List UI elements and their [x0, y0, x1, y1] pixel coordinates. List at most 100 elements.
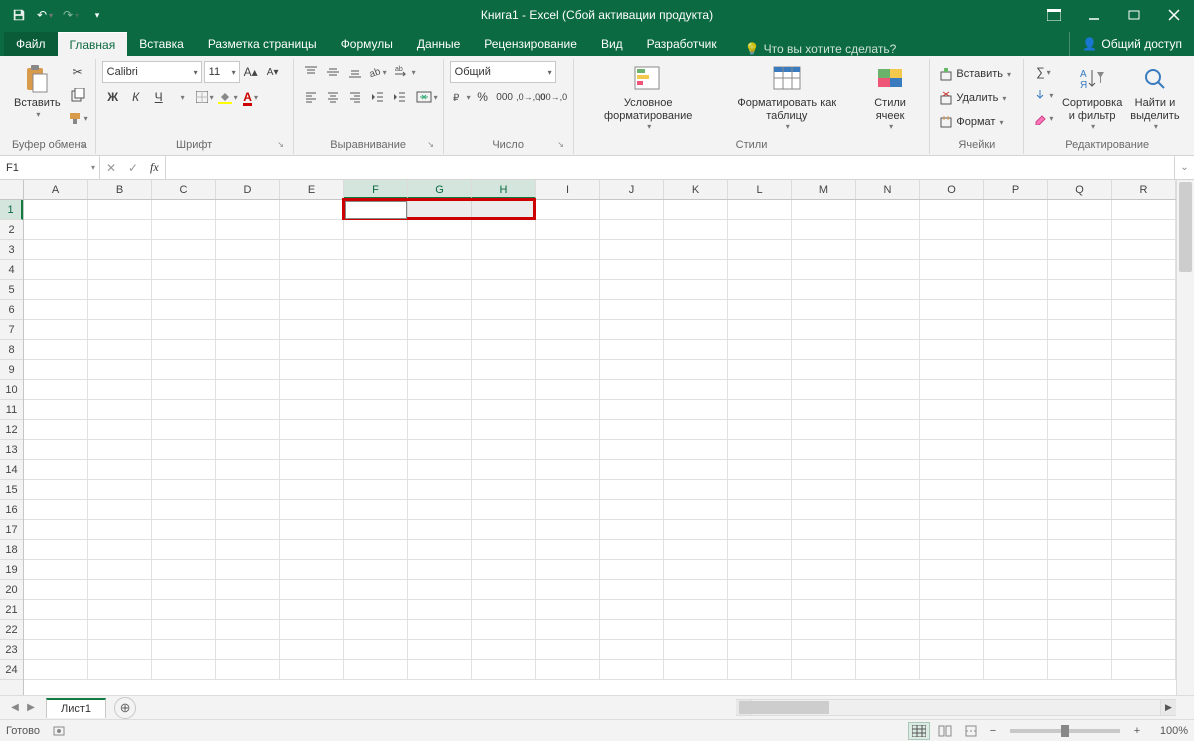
column-header[interactable]: E — [280, 180, 344, 199]
number-format-combo[interactable]: Общий — [450, 61, 556, 83]
cell[interactable] — [88, 560, 152, 580]
cell[interactable] — [728, 240, 792, 260]
cell[interactable] — [344, 600, 408, 620]
cell[interactable] — [1048, 660, 1112, 680]
cell[interactable] — [408, 400, 472, 420]
cell[interactable] — [728, 380, 792, 400]
worksheet-grid[interactable]: ABCDEFGHIJKLMNOPQR 123456789101112131415… — [0, 180, 1194, 695]
cell[interactable] — [792, 340, 856, 360]
cell[interactable] — [24, 260, 88, 280]
cell[interactable] — [280, 480, 344, 500]
cell[interactable] — [600, 260, 664, 280]
cell[interactable] — [344, 420, 408, 440]
row-header[interactable]: 2 — [0, 220, 23, 240]
cell[interactable] — [600, 420, 664, 440]
cell[interactable] — [920, 440, 984, 460]
cell[interactable] — [1048, 620, 1112, 640]
tab-file[interactable]: Файл — [4, 32, 58, 56]
cell[interactable] — [536, 440, 600, 460]
cell[interactable] — [472, 260, 536, 280]
cell[interactable] — [472, 400, 536, 420]
zoom-slider[interactable] — [1010, 729, 1120, 733]
cell[interactable] — [600, 240, 664, 260]
cell[interactable] — [536, 640, 600, 660]
row-header[interactable]: 13 — [0, 440, 23, 460]
cell[interactable] — [1112, 560, 1176, 580]
cell[interactable] — [856, 220, 920, 240]
cell[interactable] — [472, 600, 536, 620]
cell[interactable] — [24, 280, 88, 300]
hscroll-right-icon[interactable]: ▶ — [1160, 700, 1176, 715]
cell[interactable] — [216, 380, 280, 400]
cell[interactable] — [472, 380, 536, 400]
cell[interactable] — [920, 640, 984, 660]
cell[interactable] — [344, 320, 408, 340]
cell[interactable] — [152, 660, 216, 680]
cell[interactable] — [1048, 380, 1112, 400]
cell[interactable] — [152, 200, 216, 220]
cell-styles-button[interactable]: Стили ячеек — [857, 61, 924, 133]
cell[interactable] — [408, 480, 472, 500]
column-header[interactable]: M — [792, 180, 856, 199]
cell[interactable] — [984, 600, 1048, 620]
cell[interactable] — [1048, 600, 1112, 620]
row-header[interactable]: 5 — [0, 280, 23, 300]
cell[interactable] — [664, 600, 728, 620]
cell[interactable] — [792, 460, 856, 480]
cell[interactable] — [152, 440, 216, 460]
cell[interactable] — [536, 540, 600, 560]
column-header[interactable]: I — [536, 180, 600, 199]
cell[interactable] — [600, 360, 664, 380]
cell[interactable] — [664, 240, 728, 260]
cell[interactable] — [152, 280, 216, 300]
find-select-button[interactable]: Найти и выделить — [1126, 61, 1184, 133]
paste-button[interactable]: Вставить — [10, 61, 65, 121]
cell[interactable] — [536, 380, 600, 400]
fx-icon[interactable]: fx — [144, 160, 165, 175]
cell[interactable] — [1112, 520, 1176, 540]
cell[interactable] — [664, 360, 728, 380]
tab-insert[interactable]: Вставка — [127, 32, 196, 56]
cell[interactable] — [1112, 240, 1176, 260]
cell[interactable] — [1048, 560, 1112, 580]
column-header[interactable]: H — [472, 180, 536, 199]
cell[interactable] — [216, 660, 280, 680]
cell[interactable] — [408, 240, 472, 260]
row-header[interactable]: 22 — [0, 620, 23, 640]
cell[interactable] — [408, 560, 472, 580]
cell[interactable] — [856, 480, 920, 500]
cell[interactable] — [984, 500, 1048, 520]
zoom-out-button[interactable]: − — [986, 725, 1000, 737]
cell[interactable] — [88, 500, 152, 520]
cell[interactable] — [152, 400, 216, 420]
cell[interactable] — [1112, 220, 1176, 240]
cell[interactable] — [664, 540, 728, 560]
cell[interactable] — [472, 520, 536, 540]
cell[interactable] — [664, 500, 728, 520]
cell[interactable] — [280, 320, 344, 340]
cell[interactable] — [792, 240, 856, 260]
row-header[interactable]: 7 — [0, 320, 23, 340]
cell[interactable] — [1112, 280, 1176, 300]
cell[interactable] — [536, 200, 600, 220]
cell[interactable] — [408, 580, 472, 600]
cell[interactable] — [920, 600, 984, 620]
insert-cells-button[interactable]: Вставить — [936, 63, 1013, 85]
cell[interactable] — [472, 360, 536, 380]
cell[interactable] — [152, 420, 216, 440]
cell[interactable] — [344, 460, 408, 480]
cell[interactable] — [344, 520, 408, 540]
cell[interactable] — [920, 340, 984, 360]
fill-color-button[interactable] — [217, 86, 239, 108]
macro-record-icon[interactable] — [52, 724, 66, 738]
cell[interactable] — [344, 300, 408, 320]
column-header[interactable]: C — [152, 180, 216, 199]
autosum-button[interactable]: ∑ — [1032, 61, 1054, 83]
cell[interactable] — [24, 380, 88, 400]
cell[interactable] — [984, 520, 1048, 540]
cut-button[interactable]: ✂ — [67, 61, 89, 83]
cell[interactable] — [856, 300, 920, 320]
cell[interactable] — [984, 440, 1048, 460]
cell[interactable] — [728, 300, 792, 320]
cell[interactable] — [88, 620, 152, 640]
